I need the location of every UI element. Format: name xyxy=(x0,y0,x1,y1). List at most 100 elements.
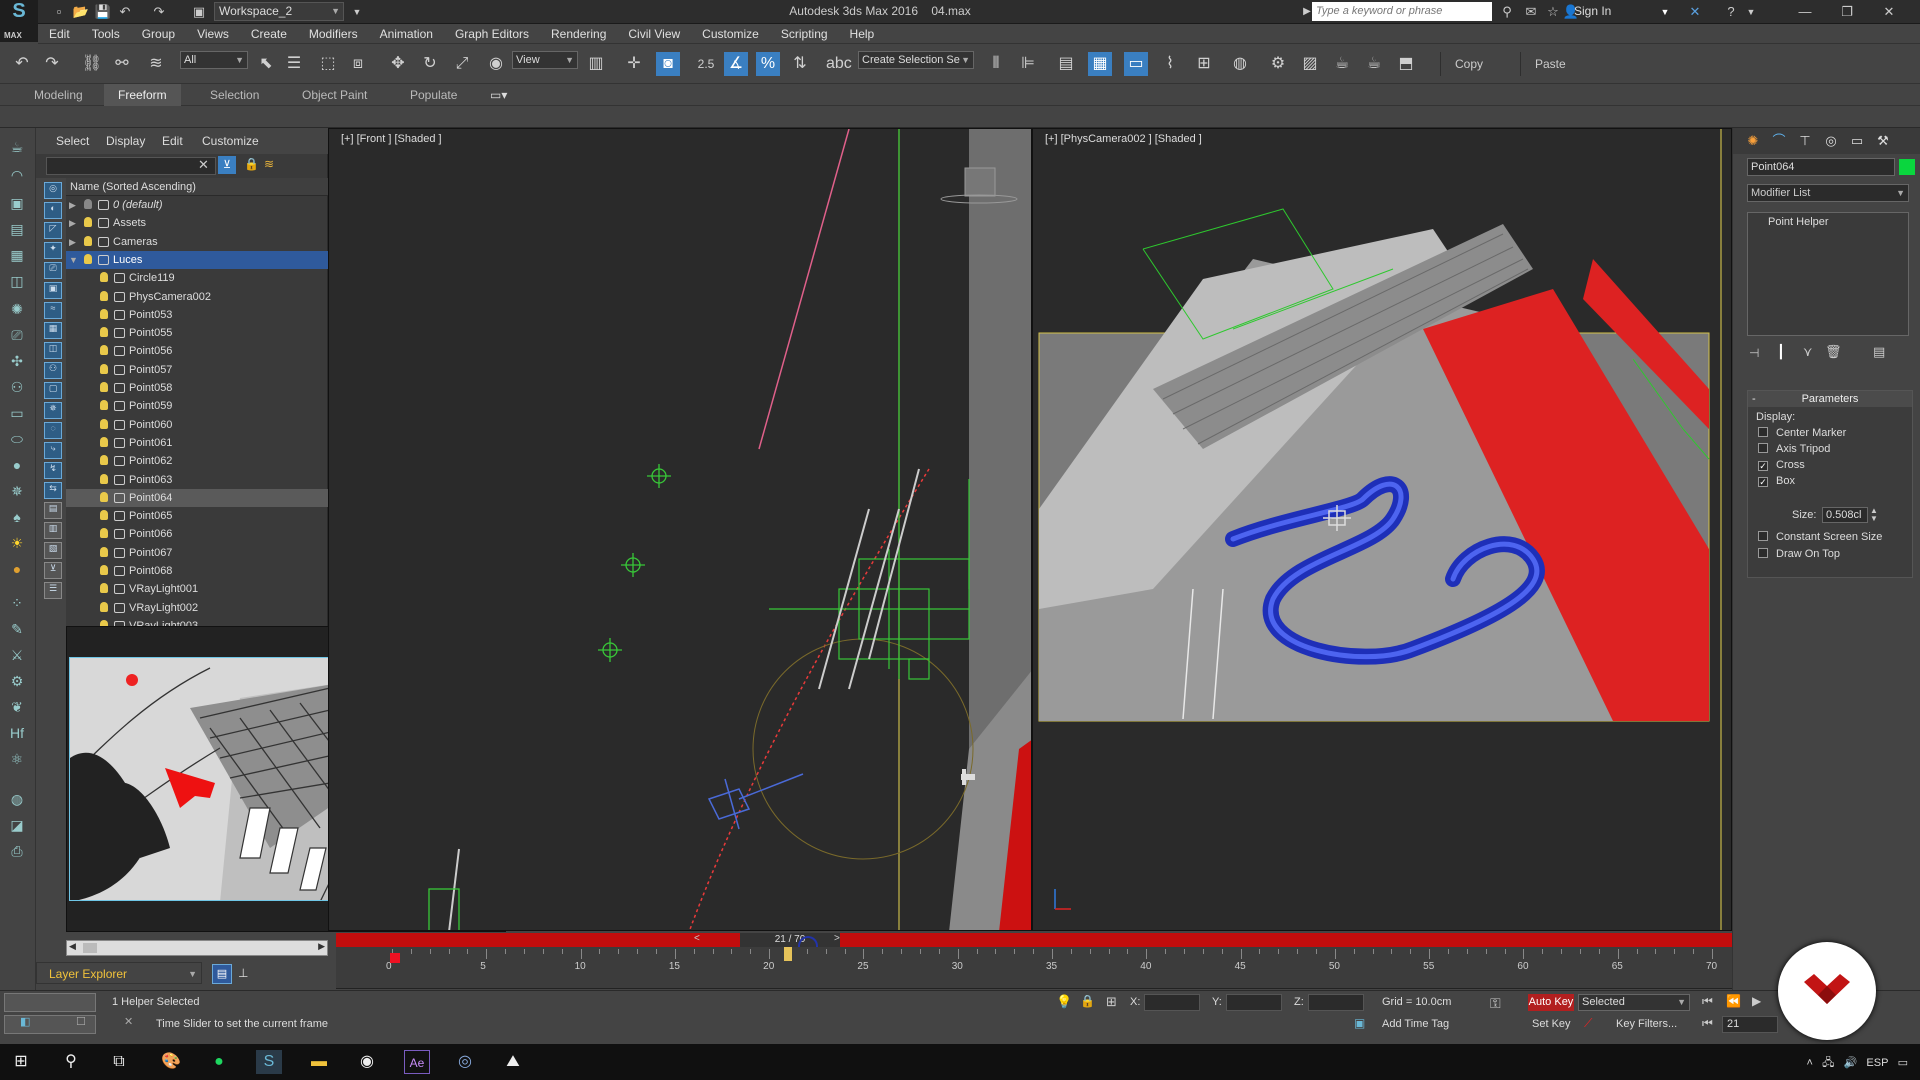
visibility-bulb-icon[interactable] xyxy=(100,455,108,466)
particle-icon[interactable]: ⁘ xyxy=(6,592,28,614)
restore-icon[interactable]: ❐ xyxy=(1838,3,1856,21)
rotate-icon[interactable]: ↻ xyxy=(418,52,442,76)
display-groups-icon[interactable]: ▦ xyxy=(44,322,62,339)
explorer-row[interactable]: ▶ Cameras xyxy=(66,233,328,251)
visibility-bulb-icon[interactable] xyxy=(100,400,108,411)
pivot-center-icon[interactable]: ▥ xyxy=(584,52,608,76)
display-helpers-icon[interactable]: ▣ xyxy=(44,282,62,299)
align-icon[interactable]: ⊫ xyxy=(1016,52,1040,76)
set-key-icon[interactable]: ⟋ xyxy=(1584,1016,1592,1031)
explorer-menu-select[interactable]: Select xyxy=(56,134,89,148)
move-icon[interactable]: ✥ xyxy=(386,52,410,76)
shapes-icon[interactable]: ◠ xyxy=(6,164,28,186)
display-bones-icon[interactable]: ⚇ xyxy=(44,362,62,379)
explorer-row[interactable]: Point056 xyxy=(66,342,328,360)
go-to-start-icon[interactable]: ⏮ xyxy=(1702,994,1713,1009)
camera-icon[interactable]: ⎚ xyxy=(6,324,28,346)
reference-coordinate-dropdown[interactable]: View ▼ xyxy=(512,51,578,69)
visibility-bulb-icon[interactable] xyxy=(100,565,108,575)
make-unique-icon[interactable]: ⋎ xyxy=(1803,344,1813,360)
sphere-icon[interactable]: ● xyxy=(6,454,28,476)
expand-right-icon[interactable]: ▶ xyxy=(69,233,76,251)
undo-icon[interactable]: ↶ xyxy=(10,52,34,76)
display-tree-icon[interactable]: ☰ xyxy=(44,582,62,599)
named-selection-dropdown[interactable]: Create Selection Se ▼ xyxy=(858,51,974,69)
display-frozen-icon[interactable]: ✵ xyxy=(44,402,62,419)
task-view-icon[interactable]: ⧉ xyxy=(106,1050,132,1074)
checkbox-unchecked-icon[interactable] xyxy=(1758,443,1768,453)
hierarchy-tab-icon[interactable]: ⊤ xyxy=(1795,131,1815,151)
curve-editor-icon[interactable]: ⌇ xyxy=(1158,52,1182,76)
menu-modifiers[interactable]: Modifiers xyxy=(298,24,369,44)
communication-center-icon[interactable]: ✉ xyxy=(1522,3,1540,21)
explorer-menu-display[interactable]: Display xyxy=(106,134,145,148)
explorer-menu-customize[interactable]: Customize xyxy=(202,134,259,148)
explorer-row[interactable]: Point064 xyxy=(66,488,328,507)
chrome-icon[interactable]: ◎ xyxy=(452,1050,478,1074)
render-setup-icon[interactable]: ⚙ xyxy=(1266,52,1290,76)
select-by-name-icon[interactable]: ☰ xyxy=(282,52,306,76)
render-in-cloud-icon[interactable]: ⬒ xyxy=(1394,52,1418,76)
option-checkbox[interactable]: Draw On Top xyxy=(1758,548,1840,560)
redo-icon[interactable]: ↷ xyxy=(150,3,168,21)
visibility-bulb-icon[interactable] xyxy=(100,583,108,594)
size-spinner[interactable]: 0.508cl xyxy=(1822,507,1868,523)
go-to-start-icon[interactable]: ⏮ xyxy=(1702,1016,1713,1031)
cloth-icon[interactable]: ⚛ xyxy=(6,748,28,770)
explorer-row[interactable]: Point061 xyxy=(66,434,328,452)
rollout-header[interactable]: - Parameters xyxy=(1748,391,1912,407)
edit-named-selection-icon[interactable]: abc xyxy=(826,52,852,76)
key-mode-dropdown[interactable]: Selected ▼ xyxy=(1578,994,1690,1011)
y-coordinate-field[interactable] xyxy=(1226,994,1282,1011)
track-bar[interactable]: 0 5 10 15 20 25 30 35 40 45 50 55 60 65 70 xyxy=(336,947,1732,989)
layer-add-icon[interactable]: ≋ xyxy=(264,157,274,171)
unlink-icon[interactable]: ⚯ xyxy=(110,52,134,76)
play-icon[interactable]: ▶ xyxy=(1752,994,1761,1008)
volume-icon[interactable]: 🔊 xyxy=(1844,1057,1858,1069)
menu-animation[interactable]: Animation xyxy=(369,24,444,44)
save-icon[interactable]: 💾 xyxy=(94,3,112,21)
ribbon-options-icon[interactable]: ▭▾ xyxy=(490,84,507,106)
app-logo[interactable]: S MAX xyxy=(0,0,38,42)
scroll-left-icon[interactable]: ◀ xyxy=(69,941,76,952)
show-end-result-icon[interactable]: ┃ xyxy=(1777,344,1785,360)
display-tab-icon[interactable]: ▭ xyxy=(1847,131,1867,151)
globe-icon[interactable]: ◍ xyxy=(6,788,28,810)
network-icon[interactable]: 🖧 xyxy=(1822,1057,1834,1069)
time-slider[interactable] xyxy=(336,933,1732,947)
display-children-icon[interactable]: ⤷ xyxy=(44,442,62,459)
photos-icon[interactable]: ⛰ xyxy=(500,1050,526,1074)
select-object-icon[interactable]: ⬉ xyxy=(254,52,278,76)
display-containers-icon[interactable]: ▢ xyxy=(44,382,62,399)
frame-indicator[interactable]: 21 / 70 xyxy=(740,933,840,947)
plant-icon[interactable]: ❦ xyxy=(6,696,28,718)
visibility-bulb-icon[interactable] xyxy=(84,253,92,264)
menu-help[interactable]: Help xyxy=(839,24,886,44)
z-coordinate-field[interactable] xyxy=(1308,994,1364,1011)
open-file-icon[interactable]: 📂 xyxy=(72,3,90,21)
visibility-bulb-icon[interactable] xyxy=(84,235,92,246)
spinner-arrows-icon[interactable]: ▲ ▼ xyxy=(1870,507,1878,523)
remove-modifier-icon[interactable]: 🗑 xyxy=(1825,344,1842,360)
deform-icon[interactable]: ⚔ xyxy=(6,644,28,666)
explorer-row[interactable]: VRayLight001 xyxy=(66,580,328,598)
menu-scripting[interactable]: Scripting xyxy=(770,24,839,44)
key-filters-button[interactable]: Key Filters... xyxy=(1616,1018,1677,1030)
paste-button[interactable]: Paste xyxy=(1520,52,1580,76)
checkbox-unchecked-icon[interactable] xyxy=(1758,531,1768,541)
menu-group[interactable]: Group xyxy=(131,24,186,44)
visibility-bulb-icon[interactable] xyxy=(100,290,108,301)
filter-icon[interactable]: ⊻ xyxy=(218,156,236,174)
toggle-scene-explorer-icon[interactable]: ▤ xyxy=(1054,52,1078,76)
option-checkbox[interactable]: Axis Tripod xyxy=(1758,443,1830,455)
option-checkbox[interactable]: Center Marker xyxy=(1758,427,1846,439)
visibility-bulb-icon[interactable] xyxy=(100,363,108,374)
hierarchy-icon[interactable]: ⊥ xyxy=(238,966,248,980)
spinner-snap-icon[interactable]: ⇅ xyxy=(788,52,812,76)
rendered-frame-window-icon[interactable]: ▨ xyxy=(1298,52,1322,76)
menu-edit[interactable]: Edit xyxy=(38,24,81,44)
previous-frame-icon[interactable]: ⏪ xyxy=(1726,994,1741,1008)
object-name-field[interactable]: Point064 xyxy=(1747,158,1895,176)
visibility-bulb-icon[interactable] xyxy=(100,528,108,539)
help-dropdown-icon[interactable]: ▼ xyxy=(1742,3,1760,21)
